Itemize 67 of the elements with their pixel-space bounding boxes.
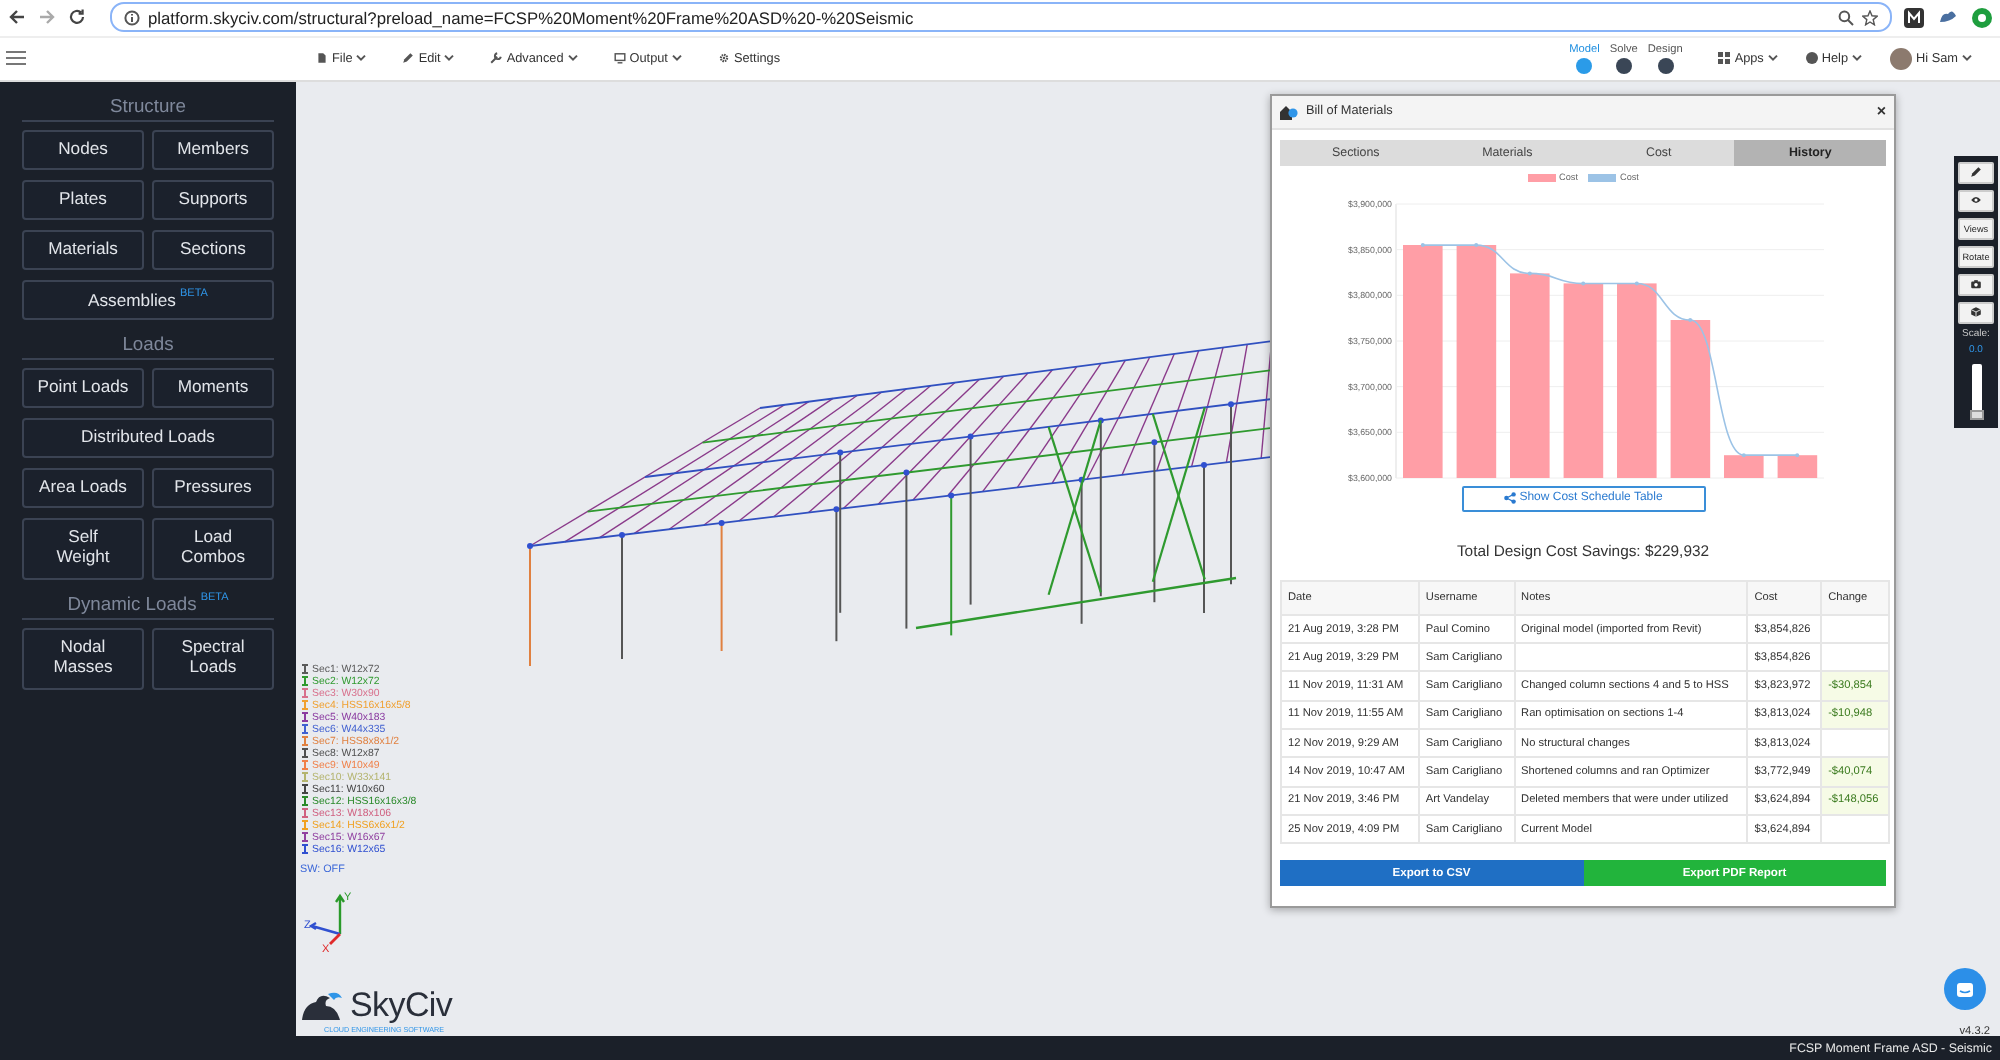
section-heading: Dynamic Loads (67, 591, 197, 614)
caret-icon (1852, 54, 1863, 63)
address-field[interactable]: platform.skyciv.com/structural?preload_name=FCSP%20Moment%20Frame%20ASD%20-%20Seismic (110, 2, 1892, 33)
sidebar-button[interactable]: Self Weight (22, 517, 144, 580)
cube-icon (1970, 306, 1982, 319)
chart-bar (1777, 454, 1818, 478)
section-heading: Structure (109, 93, 187, 116)
share-icon (1503, 492, 1516, 505)
menu-icon[interactable] (6, 50, 26, 67)
sidebar-button[interactable]: Members (152, 129, 274, 170)
sidebar-button[interactable]: Spectral Loads (152, 627, 274, 690)
back-icon[interactable] (8, 8, 26, 27)
sidebar-button[interactable]: Pressures (152, 467, 274, 508)
camera-icon (1970, 278, 1982, 291)
close-button[interactable]: × (1876, 102, 1886, 121)
sidebar-button[interactable]: Nodes (22, 129, 144, 170)
beta-label: BETA (200, 591, 229, 604)
scale-slider[interactable] (1971, 363, 1981, 420)
sidebar-button[interactable]: Materials (22, 229, 144, 270)
sidebar-button[interactable]: Sections (152, 229, 274, 270)
caret-icon (671, 54, 682, 63)
chart-point (1581, 281, 1586, 286)
caret-icon (1962, 54, 1972, 63)
reload-icon[interactable] (68, 8, 86, 27)
pencil-icon (1970, 166, 1982, 179)
caret-icon (567, 54, 578, 63)
grid-icon (1718, 52, 1731, 65)
chart-point (1634, 281, 1639, 286)
sidebar-button[interactable]: Plates (22, 179, 144, 220)
tool-button[interactable] (1958, 273, 1994, 296)
caret-icon (356, 54, 367, 63)
pencil-icon (402, 52, 415, 65)
tool-button[interactable] (1958, 161, 1994, 184)
tool-button[interactable] (1958, 301, 1994, 324)
settings-icon (717, 52, 730, 65)
sidebar-button[interactable]: Supports (152, 179, 274, 220)
extension-icon[interactable] (1904, 7, 1924, 28)
sidebar-button[interactable]: Assemblies $^{BETA}$ (22, 279, 274, 320)
chart-point (1474, 242, 1479, 247)
chat-icon (1956, 981, 1974, 998)
wrench-icon (490, 52, 503, 65)
monitor-icon (613, 52, 626, 65)
sidebar-button[interactable]: Point Loads (22, 367, 144, 408)
zoom-icon[interactable] (1838, 9, 1854, 26)
chart-point (1527, 271, 1532, 276)
eye-icon (1970, 194, 1982, 207)
chart-point (1420, 242, 1425, 247)
sidebar-button[interactable]: Load Combos (152, 517, 274, 580)
logo-icon (300, 989, 348, 1022)
logo-text: SkyCiv (350, 985, 453, 1026)
chart-point (1688, 317, 1693, 322)
star-icon[interactable] (1862, 9, 1878, 26)
avatar (1890, 47, 1913, 70)
chart-point (1795, 452, 1800, 457)
tool-button[interactable] (1958, 189, 1994, 212)
caret-icon (444, 54, 455, 63)
sidebar-button[interactable]: Area Loads (22, 467, 144, 508)
chat-button[interactable] (1944, 967, 1986, 1010)
caret-icon (1767, 54, 1778, 63)
chart-bar (1724, 454, 1764, 478)
sidebar-button[interactable]: Distributed Loads (22, 417, 274, 458)
sidebar-button[interactable]: Nodal Masses (22, 627, 144, 690)
info-icon[interactable] (124, 9, 140, 26)
file-icon (316, 52, 328, 65)
chart-point (1741, 452, 1746, 457)
section-heading: Loads (122, 331, 174, 354)
sidebar-button[interactable]: Moments (152, 367, 274, 408)
